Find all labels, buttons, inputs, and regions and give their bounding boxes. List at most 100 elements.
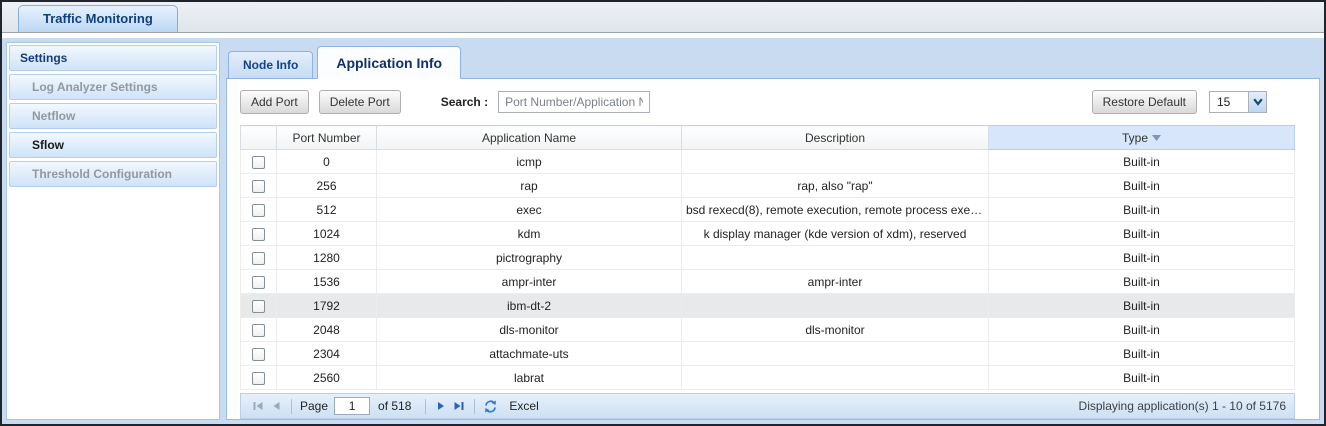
sidebar-item-log-analyzer-settings[interactable]: Log Analyzer Settings [9,74,217,100]
row-checkbox-cell [240,341,277,366]
cell-description: dls-monitor [681,317,989,342]
row-checkbox[interactable] [252,155,265,169]
sort-desc-icon [1152,135,1161,142]
inner-tabbar: Node Info Application Info [226,42,1320,79]
row-checkbox-cell [240,293,277,318]
cell-description [681,341,989,366]
cell-port-number: 2048 [276,317,377,342]
toolbar: Add Port Delete Port Search : Restore De… [227,79,1319,125]
column-header-application-name[interactable]: Application Name [376,125,682,150]
column-header-type[interactable]: Type [988,125,1295,150]
cell-type: Built-in [988,293,1295,318]
cell-port-number: 2304 [276,341,377,366]
table-row[interactable]: 2560 labrat Built-in [240,365,1295,390]
applications-grid: Port Number Application Name Description… [240,125,1295,419]
sidebar-item-threshold-configuration[interactable]: Threshold Configuration [9,161,217,187]
cell-description [681,149,989,174]
cell-application-name: ampr-inter [376,269,682,294]
tab-traffic-monitoring[interactable]: Traffic Monitoring [18,5,178,32]
row-checkbox[interactable] [252,275,265,289]
sidebar-item-netflow[interactable]: Netflow [9,103,217,129]
row-checkbox-cell [240,197,277,222]
table-row[interactable]: 2304 attachmate-uts Built-in [240,341,1295,366]
cell-application-name: pictrography [376,245,682,270]
row-checkbox[interactable] [252,323,265,337]
search-label: Search : [440,95,489,109]
table-row[interactable]: 1536 ampr-inter ampr-inter Built-in [240,269,1295,294]
column-header-port-number[interactable]: Port Number [276,125,377,150]
cell-type: Built-in [988,269,1295,294]
pager-separator [474,398,476,414]
sidebar-item-sflow[interactable]: Sflow [9,132,217,158]
row-checkbox[interactable] [252,347,265,361]
cell-application-name: icmp [376,149,682,174]
application-info-panel: Add Port Delete Port Search : Restore De… [226,79,1320,420]
row-checkbox[interactable] [252,203,265,217]
column-header-type-label: Type [1121,130,1148,145]
page-number-input[interactable] [334,397,371,415]
cell-application-name: rap [376,173,682,198]
cell-type: Built-in [988,365,1295,390]
cell-port-number: 256 [276,173,377,198]
last-page-icon[interactable] [450,397,468,415]
cell-port-number: 1024 [276,221,377,246]
cell-type: Built-in [988,221,1295,246]
add-port-button[interactable]: Add Port [240,90,309,114]
grid-body: 0 icmp Built-in 256 rap rap, also "rap" Built-… [240,149,1295,390]
tab-node-info[interactable]: Node Info [228,51,314,78]
table-row[interactable]: 1280 pictrography Built-in [240,245,1295,270]
row-checkbox[interactable] [252,251,265,265]
row-checkbox-cell [240,317,277,342]
search-input[interactable] [498,91,651,113]
cell-port-number: 0 [276,149,377,174]
excel-export-link[interactable]: Excel [509,399,538,413]
pager-separator [291,398,292,414]
table-row[interactable]: 2048 dls-monitor dls-monitor Built-in [240,317,1295,342]
page-size-select[interactable]: 15 [1209,91,1267,113]
window-tabbar: Traffic Monitoring [2,2,1324,33]
chevron-down-icon[interactable] [1248,92,1266,112]
page-size-value: 15 [1217,95,1231,109]
row-checkbox-cell [240,245,277,270]
cell-type: Built-in [988,173,1295,198]
row-checkbox[interactable] [252,179,265,193]
sidebar-header-settings[interactable]: Settings [9,45,217,71]
content-area: Settings Log Analyzer Settings Netflow S… [2,38,1324,424]
table-row[interactable]: 256 rap rap, also "rap" Built-in [240,173,1295,198]
cell-description [681,245,989,270]
first-page-icon[interactable] [249,397,267,415]
table-row[interactable]: 0 icmp Built-in [240,149,1295,174]
tab-application-info[interactable]: Application Info [317,46,462,79]
pager-bar: Page of 518 [240,393,1295,419]
row-checkbox[interactable] [252,371,265,385]
table-row[interactable]: 512 exec bsd rexecd(8), remote execution, … [240,197,1295,222]
cell-type: Built-in [988,317,1295,342]
cell-description: rap, also "rap" [681,173,989,198]
cell-description: ampr-inter [681,269,989,294]
cell-application-name: labrat [376,365,682,390]
cell-description [681,293,989,318]
row-checkbox-cell [240,365,277,390]
table-row[interactable]: 1024 kdm k display manager (kde version of… [240,221,1295,246]
row-checkbox[interactable] [252,227,265,241]
pager-status: Displaying application(s) 1 - 10 of 5176 [1078,399,1286,413]
pager-separator [425,398,427,414]
cell-port-number: 1792 [276,293,377,318]
cell-port-number: 1280 [276,245,377,270]
table-row[interactable]: 1792 ibm-dt-2 Built-in [240,293,1295,318]
prev-page-icon[interactable] [267,397,285,415]
cell-type: Built-in [988,149,1295,174]
next-page-icon[interactable] [432,397,450,415]
delete-port-button[interactable]: Delete Port [318,90,401,114]
row-checkbox-cell [240,221,277,246]
cell-description [681,365,989,390]
column-header-description[interactable]: Description [681,125,989,150]
refresh-icon[interactable] [481,397,499,415]
row-checkbox[interactable] [252,299,265,313]
select-all-header-cell [240,125,277,150]
main-area: Node Info Application Info Add Port Dele… [226,42,1320,420]
cell-port-number: 1536 [276,269,377,294]
row-checkbox-cell [240,149,277,174]
restore-default-button[interactable]: Restore Default [1091,90,1197,114]
cell-type: Built-in [988,341,1295,366]
